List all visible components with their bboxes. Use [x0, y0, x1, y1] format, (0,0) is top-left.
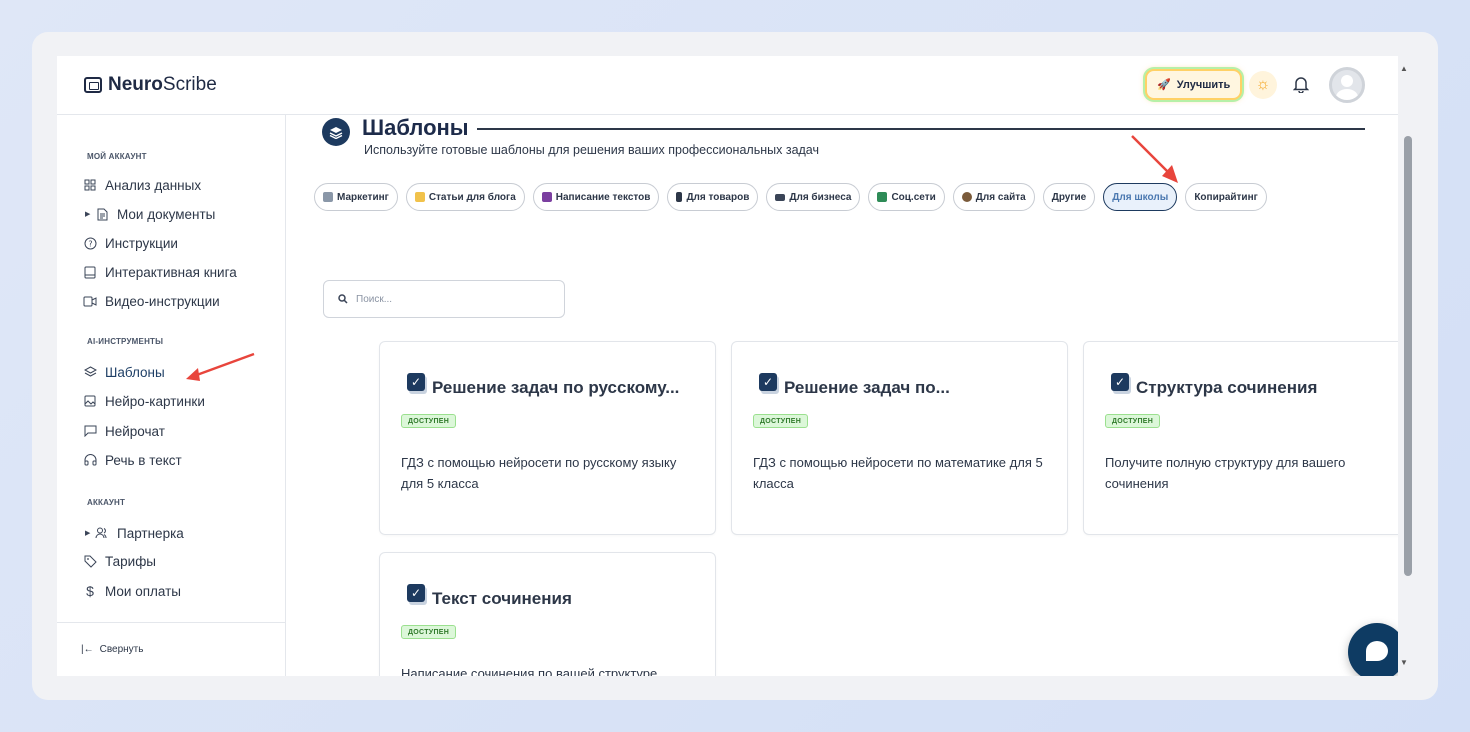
logo[interactable]: NeuroScribe	[84, 74, 217, 96]
grid-icon	[83, 178, 97, 192]
rocket-icon: 🚀	[1157, 79, 1171, 91]
window-frame: NeuroScribe 🚀 Улучшить ☼ МОЙ АККАУНТ Ана…	[32, 32, 1438, 700]
category-tabs: Маркетинг Статьи для блога Написание тек…	[314, 183, 1267, 211]
sidebar-item-speech[interactable]: Речь в текст	[83, 449, 182, 471]
tab-marketing[interactable]: Маркетинг	[314, 183, 398, 211]
template-card[interactable]: ✓ Текст сочинения ДОСТУПЕН Написание соч…	[379, 552, 716, 676]
note-icon	[414, 192, 425, 202]
laptop-icon	[775, 193, 786, 201]
book-green-icon	[877, 192, 888, 202]
sidebar-item-partners[interactable]: ▶ Партнерка	[85, 522, 184, 544]
sidebar-item-book[interactable]: Интерактивная книга	[83, 261, 237, 283]
books-icon	[541, 192, 552, 202]
tab-business[interactable]: Для бизнеса	[766, 183, 861, 211]
sidebar-item-images[interactable]: Нейро-картинки	[83, 390, 205, 412]
tab-other[interactable]: Другие	[1042, 183, 1096, 211]
help-circle-icon: ?	[83, 236, 97, 250]
checkbox-icon: ✓	[407, 584, 425, 602]
tab-blog[interactable]: Статьи для блога	[405, 183, 525, 211]
scroll-down-icon[interactable]: ▼	[1400, 658, 1408, 667]
sidebar-item-templates[interactable]: Шаблоны	[83, 361, 165, 383]
annotation-arrow-icon	[186, 352, 255, 381]
document-icon	[95, 207, 109, 221]
page-title: Шаблоны	[362, 115, 469, 140]
bell-icon[interactable]	[1290, 72, 1312, 96]
sidebar-item-analysis[interactable]: Анализ данных	[83, 174, 201, 196]
tab-copywriting[interactable]: Копирайтинг	[1185, 183, 1267, 211]
sidebar: МОЙ АККАУНТ Анализ данных ▶ Мои документ…	[57, 115, 286, 676]
sidebar-item-instructions[interactable]: ? Инструкции	[83, 232, 178, 254]
status-badge: ДОСТУПЕН	[401, 414, 457, 428]
template-card[interactable]: ✓ Структура сочинения ДОСТУПЕН Получите …	[1083, 341, 1416, 535]
users-icon	[95, 526, 109, 540]
tab-social[interactable]: Соц.сети	[868, 183, 945, 211]
logo-icon	[84, 77, 102, 93]
tab-products[interactable]: Для товаров	[667, 183, 759, 211]
mask-icon	[961, 192, 972, 202]
page-subtitle: Используйте готовые шаблоны для решения …	[364, 143, 819, 157]
collapse-left-icon: |←	[81, 644, 94, 655]
layers-icon	[322, 118, 350, 146]
svg-text:?: ?	[88, 239, 92, 248]
tag-icon	[83, 554, 97, 568]
search-icon	[338, 294, 348, 304]
sidebar-section-title: AI-ИНСТРУМЕНТЫ	[87, 337, 164, 346]
dollar-icon: $	[86, 583, 94, 599]
search-input[interactable]: Поиск...	[323, 280, 565, 318]
scrollbar-thumb[interactable]	[1404, 136, 1412, 576]
scroll-up-icon[interactable]: ▲	[1400, 64, 1408, 73]
status-badge: ДОСТУПЕН	[401, 625, 457, 639]
sidebar-item-documents[interactable]: ▶ Мои документы	[85, 203, 215, 225]
sidebar-item-chat[interactable]: Нейрочат	[83, 420, 165, 442]
status-badge: ДОСТУПЕН	[753, 414, 809, 428]
checkbox-icon: ✓	[1111, 373, 1129, 391]
annotation-arrow-icon	[1131, 135, 1178, 183]
headphones-icon	[83, 453, 97, 467]
sidebar-item-payments[interactable]: $ Мои оплаты	[83, 580, 181, 602]
template-card[interactable]: ✓ Решение задач по... ДОСТУПЕН ГДЗ с пом…	[731, 341, 1068, 535]
template-card[interactable]: ✓ Решение задач по русскому... ДОСТУПЕН …	[379, 341, 716, 535]
chat-icon	[83, 424, 97, 438]
tab-writing[interactable]: Написание текстов	[532, 183, 660, 211]
image-icon	[83, 394, 97, 408]
title-divider	[477, 128, 1365, 130]
checkbox-icon: ✓	[407, 373, 425, 391]
avatar[interactable]	[1329, 67, 1365, 103]
layers-icon	[83, 365, 97, 379]
status-badge: ДОСТУПЕН	[1105, 414, 1161, 428]
sidebar-section-title: МОЙ АККАУНТ	[87, 152, 147, 161]
caret-right-icon: ▶	[85, 211, 91, 218]
logo-text: NeuroScribe	[108, 74, 217, 95]
tab-site[interactable]: Для сайта	[952, 183, 1035, 211]
sidebar-item-video[interactable]: Видео-инструкции	[83, 290, 220, 312]
collapse-button[interactable]: |← Свернуть	[81, 644, 143, 655]
theme-toggle-sun-icon[interactable]: ☼	[1249, 71, 1277, 99]
caret-right-icon: ▶	[85, 530, 91, 537]
clipboard-icon	[323, 192, 333, 202]
top-header: NeuroScribe 🚀 Улучшить ☼	[57, 56, 1416, 115]
upgrade-button[interactable]: 🚀 Улучшить	[1145, 69, 1243, 100]
video-icon	[83, 294, 97, 308]
sidebar-section-title: АККАУНТ	[87, 498, 126, 507]
checkbox-icon: ✓	[759, 373, 777, 391]
book-icon	[83, 265, 97, 279]
phone-icon	[676, 192, 683, 202]
main-content: Шаблоны Используйте готовые шаблоны для …	[287, 115, 1416, 676]
sidebar-item-tariffs[interactable]: Тарифы	[83, 550, 156, 572]
